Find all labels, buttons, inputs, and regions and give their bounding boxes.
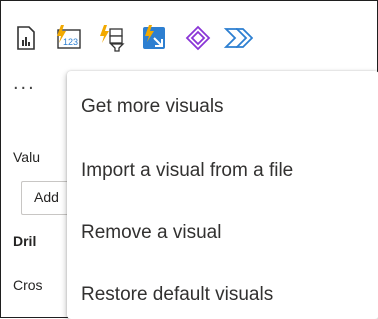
visuals-context-menu: Get more visuals Import a visual from a …: [67, 71, 378, 319]
report-visual-icon[interactable]: [11, 23, 41, 53]
visualizations-pane: 123 ... Valu Add Dril Cros Get more visu…: [0, 0, 378, 319]
menu-item-remove-visual[interactable]: Remove a visual: [81, 213, 371, 253]
values-label: Valu: [13, 149, 40, 165]
visuals-toolbar: 123: [11, 23, 311, 57]
key-influencers-visual-icon[interactable]: [139, 23, 169, 53]
card-number-visual-icon[interactable]: 123: [53, 23, 83, 53]
power-automate-icon[interactable]: [223, 23, 253, 53]
menu-item-restore-default-visuals[interactable]: Restore default visuals: [81, 275, 371, 315]
menu-item-import-visual-from-file[interactable]: Import a visual from a file: [81, 151, 371, 191]
menu-item-get-more-visuals[interactable]: Get more visuals: [81, 87, 371, 127]
custom-visual-diamond-icon[interactable]: [183, 23, 213, 53]
card-number-text: 123: [63, 37, 78, 47]
cross-report-label: Cros: [13, 277, 43, 293]
drill-through-label: Dril: [13, 233, 37, 249]
slicer-visual-icon[interactable]: [97, 23, 127, 53]
more-options-icon[interactable]: ...: [13, 73, 36, 93]
